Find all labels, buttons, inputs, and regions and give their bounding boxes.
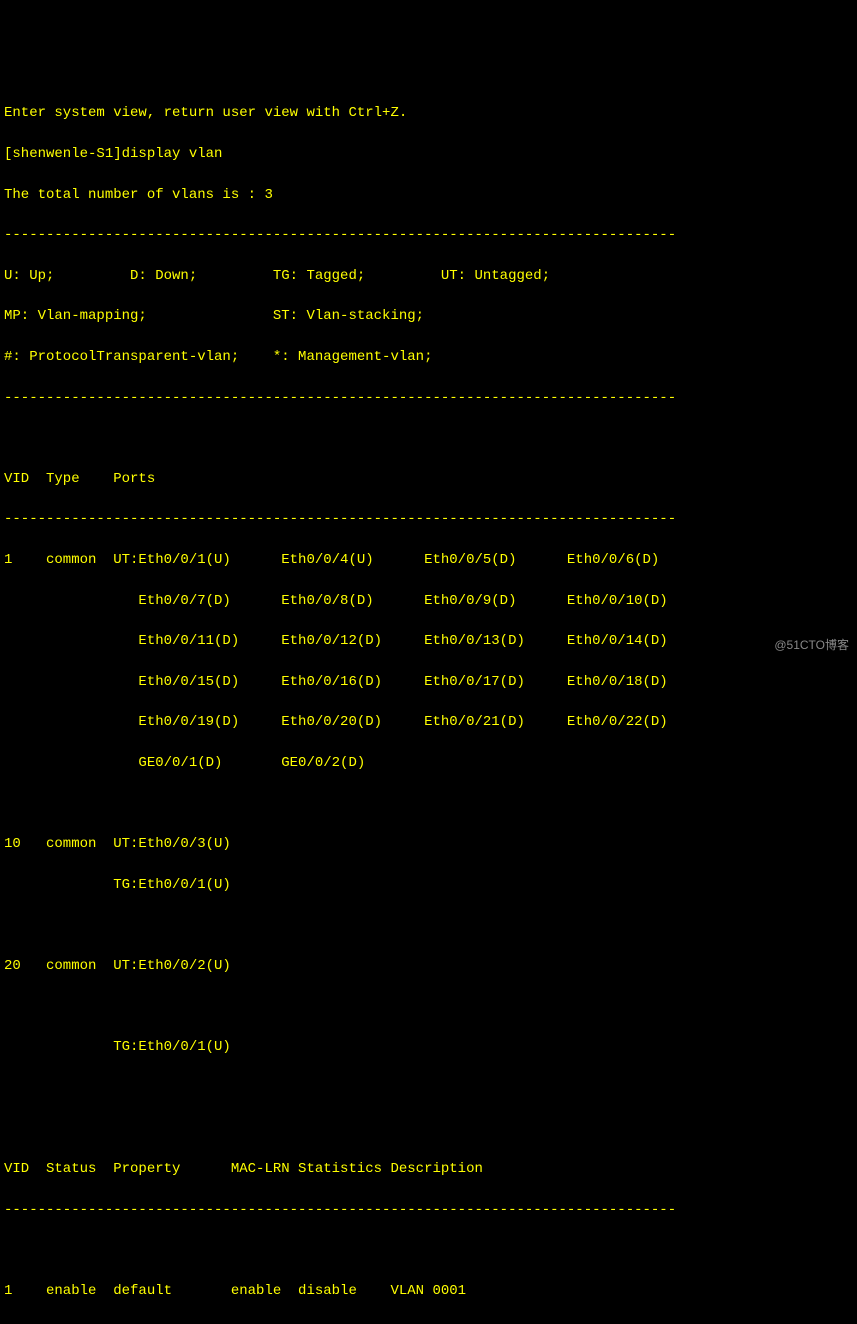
terminal-line: ----------------------------------------… <box>4 509 853 529</box>
watermark-text: @51CTO博客 <box>774 637 849 654</box>
terminal-line: Enter system view, return user view with… <box>4 103 853 123</box>
terminal-line <box>4 794 853 814</box>
terminal-line: Eth0/0/19(D) Eth0/0/20(D) Eth0/0/21(D) E… <box>4 712 853 732</box>
terminal-line: TG:Eth0/0/1(U) <box>4 875 853 895</box>
terminal-line: 1 common UT:Eth0/0/1(U) Eth0/0/4(U) Eth0… <box>4 550 853 570</box>
terminal-line <box>4 997 853 1017</box>
terminal-line: GE0/0/1(D) GE0/0/2(D) <box>4 753 853 773</box>
terminal-line: ----------------------------------------… <box>4 388 853 408</box>
terminal-output[interactable]: Enter system view, return user view with… <box>4 83 853 741</box>
terminal-line: Eth0/0/7(D) Eth0/0/8(D) Eth0/0/9(D) Eth0… <box>4 591 853 611</box>
terminal-line: TG:Eth0/0/1(U) <box>4 1037 853 1057</box>
terminal-line: [shenwenle-S1]display vlan <box>4 144 853 164</box>
terminal-line: The total number of vlans is : 3 <box>4 185 853 205</box>
terminal-line: VID Type Ports <box>4 469 853 489</box>
terminal-line: VID Status Property MAC-LRN Statistics D… <box>4 1159 853 1179</box>
terminal-line: #: ProtocolTransparent-vlan; *: Manageme… <box>4 347 853 367</box>
terminal-line: ----------------------------------------… <box>4 225 853 245</box>
terminal-line <box>4 1118 853 1138</box>
terminal-line: U: Up; D: Down; TG: Tagged; UT: Untagged… <box>4 266 853 286</box>
terminal-line: 10 enable default enable disable VLAN 00… <box>4 1321 853 1324</box>
terminal-line: ----------------------------------------… <box>4 1200 853 1220</box>
terminal-line: 20 common UT:Eth0/0/2(U) <box>4 956 853 976</box>
terminal-line: Eth0/0/11(D) Eth0/0/12(D) Eth0/0/13(D) E… <box>4 631 853 651</box>
terminal-line <box>4 1240 853 1260</box>
terminal-line: MP: Vlan-mapping; ST: Vlan-stacking; <box>4 306 853 326</box>
terminal-line: Eth0/0/15(D) Eth0/0/16(D) Eth0/0/17(D) E… <box>4 672 853 692</box>
terminal-line <box>4 915 853 935</box>
terminal-line: 1 enable default enable disable VLAN 000… <box>4 1281 853 1301</box>
terminal-line: 10 common UT:Eth0/0/3(U) <box>4 834 853 854</box>
terminal-line <box>4 428 853 448</box>
terminal-line <box>4 1078 853 1098</box>
